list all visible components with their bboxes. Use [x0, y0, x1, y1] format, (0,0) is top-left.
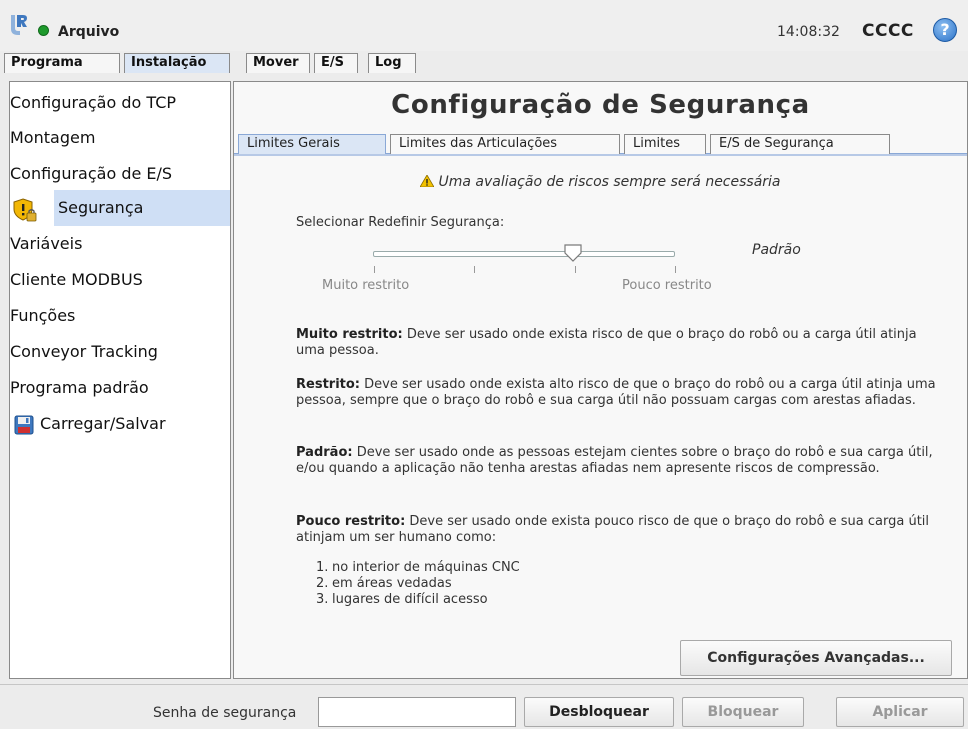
tab-limites-articulacoes[interactable]: Limites das Articulações	[390, 134, 620, 154]
slider-tick	[675, 266, 676, 273]
safety-password-input[interactable]	[318, 697, 516, 727]
sidebar-item-label: Programa padrão	[10, 378, 149, 397]
select-reset-label: Selecionar Redefinir Segurança:	[296, 215, 505, 230]
sidebar-item-label: Conveyor Tracking	[10, 342, 158, 361]
sidebar-item-label: Funções	[10, 306, 76, 325]
top-bar: Arquivo 14:08:32 CCCC ?	[0, 0, 968, 51]
desc-padrao: Padrão: Deve ser usado onde as pessoas e…	[296, 445, 933, 476]
desc-muito-restrito: Muito restrito: Deve ser usado onde exis…	[296, 327, 917, 358]
sidebar-item-label: Segurança	[58, 198, 144, 217]
sidebar-item-conveyor[interactable]: Conveyor Tracking	[10, 334, 230, 370]
slider-tick	[474, 266, 475, 273]
safety-password-label: Senha de segurança	[153, 705, 297, 721]
help-icon[interactable]: ?	[933, 18, 957, 42]
shield-warning-lock-icon	[13, 198, 37, 222]
safety-level-slider[interactable]	[373, 251, 675, 257]
sidebar-item-label: Configuração de E/S	[10, 164, 173, 183]
unlock-button[interactable]: Desbloquear	[524, 697, 674, 727]
tab-limites-gerais[interactable]: Limites Gerais	[238, 134, 386, 154]
sidebar-item-label: Montagem	[10, 128, 96, 147]
places-list: 1. no interior de máquinas CNC 2. em áreas…	[316, 560, 520, 608]
tab-mover[interactable]: Mover	[246, 53, 310, 73]
slider-max-label: Pouco restrito	[622, 278, 712, 293]
apply-button[interactable]: Aplicar	[836, 697, 964, 727]
advanced-settings-button[interactable]: Configurações Avançadas...	[680, 640, 952, 676]
tab-instalacao[interactable]: Instalação	[124, 53, 230, 73]
list-item: 3. lugares de difícil acesso	[316, 592, 488, 607]
installation-sidebar: Configuração do TCP Montagem Configuraçã…	[9, 81, 231, 679]
safety-level-value: Padrão	[752, 242, 801, 258]
content-panel: Configuração de Segurança Limites Gerais…	[233, 81, 968, 679]
file-menu[interactable]: Arquivo	[58, 24, 119, 40]
desc-restrito: Restrito: Deve ser usado onde exista alt…	[296, 377, 936, 408]
desc-pouco-restrito: Pouco restrito: Deve ser usado onde exis…	[296, 514, 930, 545]
sidebar-item-label: Cliente MODBUS	[10, 270, 143, 289]
slider-tick	[374, 266, 375, 273]
clock: 14:08:32	[777, 24, 840, 40]
warning-text: Uma avaliação de riscos sempre será nece…	[438, 174, 781, 190]
slider-min-label: Muito restrito	[322, 278, 410, 293]
sidebar-item-config-es[interactable]: Configuração de E/S	[10, 156, 230, 192]
universal-robots-logo-icon	[11, 15, 27, 35]
sidebar-item-funcoes[interactable]: Funções	[10, 298, 230, 334]
tab-es-seguranca[interactable]: E/S de Segurança	[710, 134, 890, 154]
slider-tick	[575, 266, 576, 273]
list-item: 1. no interior de máquinas CNC	[316, 560, 520, 575]
tab-es[interactable]: E/S	[314, 53, 358, 73]
sidebar-item-carregar-salvar[interactable]: Carregar/Salvar	[10, 406, 230, 442]
robot-name: CCCC	[862, 21, 914, 41]
slider-handle[interactable]	[564, 244, 582, 262]
lock-button[interactable]: Bloquear	[682, 697, 804, 727]
sidebar-item-label: Carregar/Salvar	[40, 414, 166, 433]
safety-tabs: Limites Gerais Limites das Articulações …	[234, 132, 967, 154]
sidebar-item-modbus[interactable]: Cliente MODBUS	[10, 262, 230, 298]
risk-warning: Uma avaliação de riscos sempre será nece…	[234, 174, 967, 190]
tab-log[interactable]: Log	[368, 53, 416, 73]
floppy-disk-icon	[14, 415, 34, 435]
tab-programa[interactable]: Programa	[4, 53, 120, 73]
bottom-bar: Senha de segurança Desbloquear Bloquear …	[0, 684, 968, 729]
robot-status-icon	[38, 25, 49, 36]
sidebar-item-label: Variáveis	[10, 234, 83, 253]
tab-limites[interactable]: Limites	[624, 134, 706, 154]
sidebar-item-tcp[interactable]: Configuração do TCP	[10, 85, 230, 121]
sidebar-item-label: Configuração do TCP	[10, 93, 177, 112]
page-title: Configuração de Segurança	[391, 90, 810, 120]
warning-icon	[420, 175, 435, 187]
list-item: 2. em áreas vedadas	[316, 576, 452, 591]
sidebar-item-seguranca[interactable]: Segurança	[10, 190, 230, 226]
main-tabs: Programa Instalação Mover E/S Log	[0, 53, 968, 73]
sidebar-item-variaveis[interactable]: Variáveis	[10, 226, 230, 262]
sidebar-item-programa-padrao[interactable]: Programa padrão	[10, 370, 230, 406]
sidebar-item-montagem[interactable]: Montagem	[10, 120, 230, 156]
